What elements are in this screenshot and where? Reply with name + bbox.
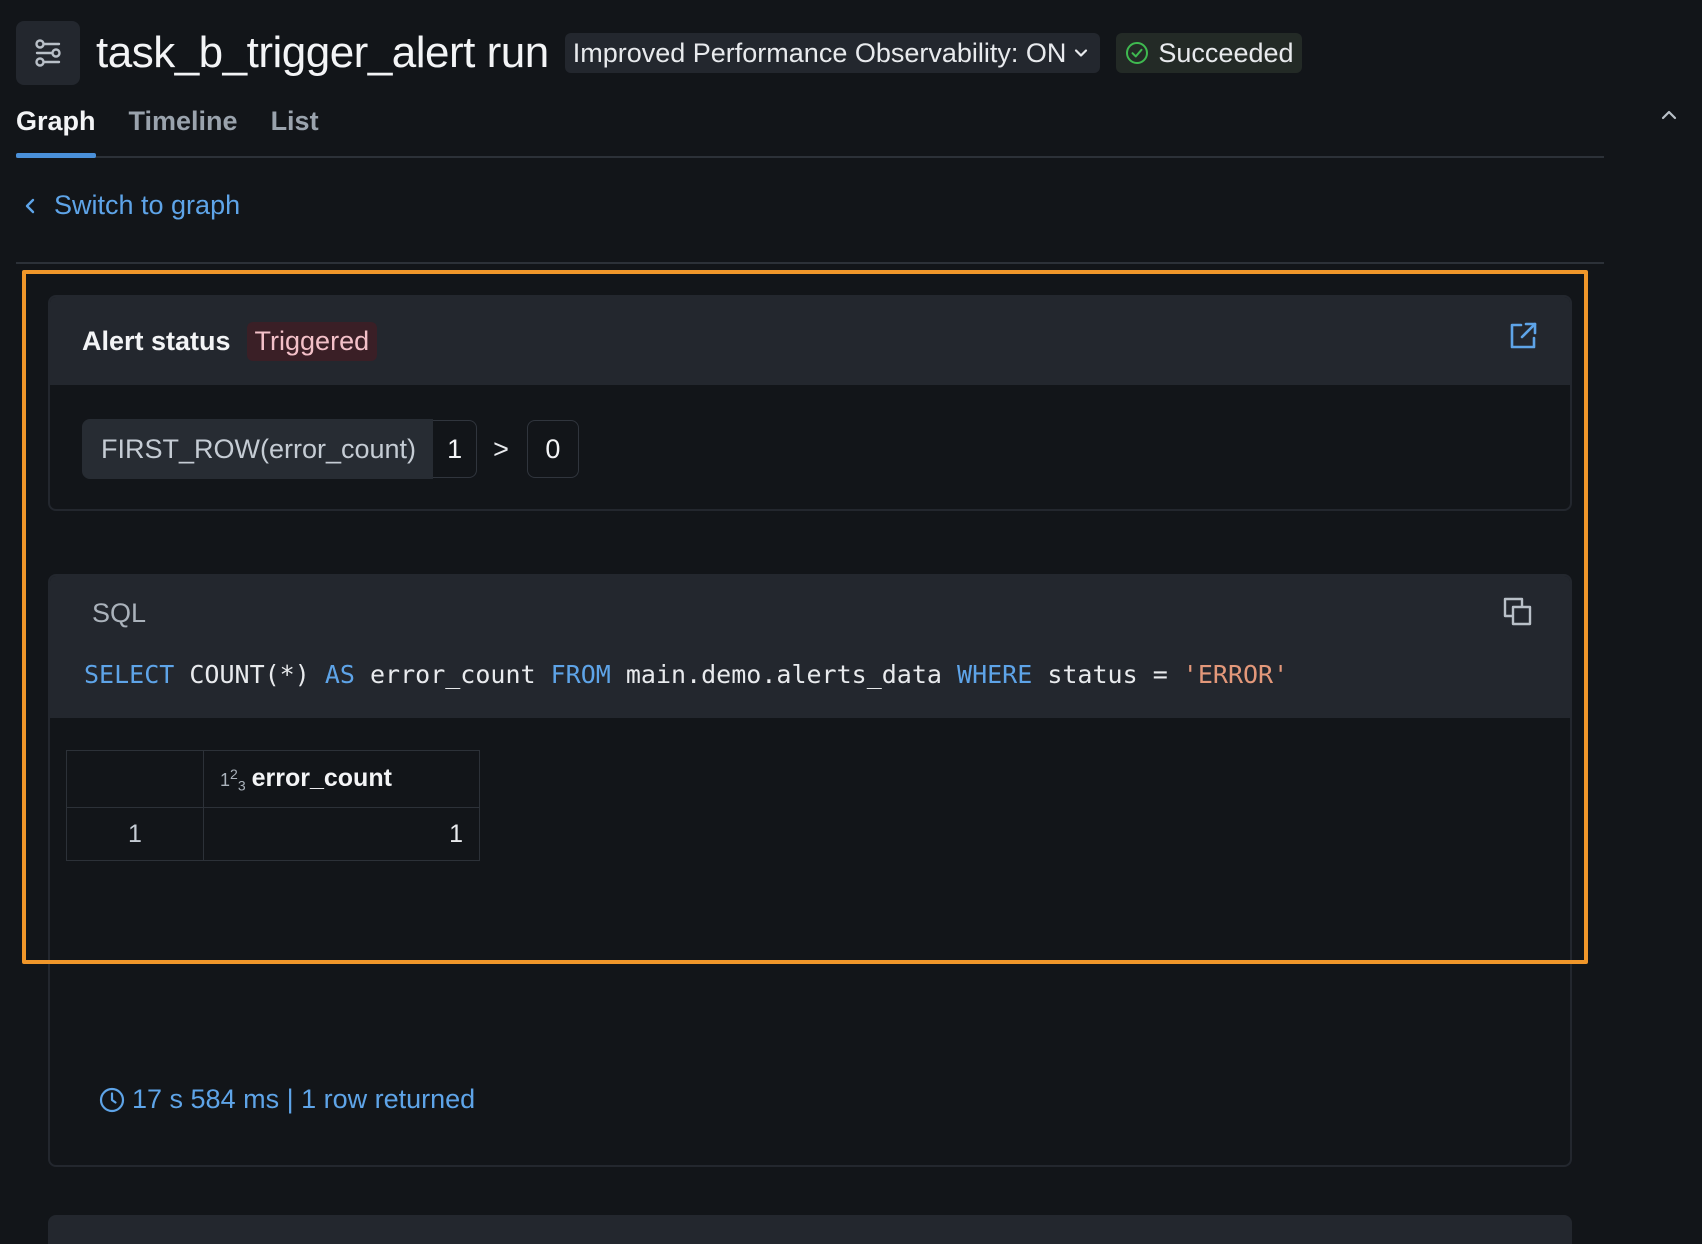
condition-expression: FIRST_ROW(error_count)	[82, 419, 434, 479]
chevron-down-icon	[1075, 49, 1088, 57]
column-header-error-count[interactable]: 123 error_count	[203, 750, 480, 808]
sql-text: status =	[1032, 660, 1183, 689]
sql-code: SELECT COUNT(*) AS error_count FROM main…	[84, 660, 1288, 689]
sql-panel: SQL SELECT COUNT(*) AS error_count FROM …	[50, 576, 1570, 718]
alert-status-header: Alert status Triggered	[50, 297, 1570, 385]
workflow-icon	[16, 21, 80, 85]
run-status-badge: Succeeded	[1116, 33, 1302, 73]
copy-icon[interactable]	[1502, 596, 1534, 628]
alert-status-card: Alert status Triggered FIRST_ROW(error_c…	[48, 295, 1572, 511]
sql-text: COUNT(*)	[174, 660, 325, 689]
query-stats: 17 s 584 ms | 1 row returned	[98, 1084, 475, 1115]
condition-operator: >	[493, 433, 509, 464]
table-header-row: 123 error_count	[66, 750, 480, 808]
alert-status-title: Alert status	[82, 325, 231, 356]
integer-type-icon: 123	[220, 766, 246, 794]
row-index-header	[66, 750, 204, 808]
view-tabs: Graph Timeline List	[16, 100, 1604, 158]
observability-label: Improved Performance Observability: ON	[572, 37, 1067, 68]
column-name: error_count	[251, 764, 392, 793]
sql-keyword: FROM	[550, 660, 611, 689]
row-index: 1	[66, 807, 204, 861]
sql-label: SQL	[92, 598, 147, 628]
tab-list[interactable]: List	[271, 100, 319, 156]
condition-threshold: 0	[526, 420, 579, 478]
page-header: task_b_trigger_alert run Improved Perfor…	[16, 20, 1302, 86]
result-table: 123 error_count 1 1	[66, 750, 480, 861]
sql-string: 'ERROR'	[1182, 660, 1289, 689]
page-title: task_b_trigger_alert run	[96, 28, 549, 77]
query-result-card: SQL SELECT COUNT(*) AS error_count FROM …	[48, 574, 1572, 1167]
switch-to-graph-label: Switch to graph	[54, 190, 241, 220]
next-section-card	[48, 1215, 1572, 1244]
query-stats-text: 17 s 584 ms | 1 row returned	[132, 1084, 476, 1114]
external-link-icon[interactable]	[1506, 319, 1540, 353]
chevron-up-icon[interactable]	[1658, 104, 1680, 126]
run-status-label: Succeeded	[1158, 37, 1294, 68]
table-cell[interactable]: 1	[203, 807, 480, 861]
sql-text: main.demo.alerts_data	[610, 660, 958, 689]
sql-text: error_count	[354, 660, 551, 689]
divider	[16, 262, 1604, 264]
condition-current-value: 1	[433, 420, 478, 478]
chevron-left-icon	[25, 198, 35, 213]
check-circle-icon	[1124, 40, 1150, 66]
observability-dropdown[interactable]: Improved Performance Observability: ON	[564, 33, 1101, 73]
alert-status-badge: Triggered	[246, 321, 378, 361]
tab-timeline[interactable]: Timeline	[129, 100, 238, 156]
sql-keyword: WHERE	[957, 660, 1033, 689]
sql-keyword: SELECT	[84, 660, 175, 689]
clock-icon	[99, 1087, 125, 1112]
table-row: 1 1	[66, 807, 480, 861]
alert-condition: FIRST_ROW(error_count) 1 > 0	[82, 419, 579, 479]
sql-keyword: AS	[324, 660, 355, 689]
tab-graph[interactable]: Graph	[16, 100, 96, 158]
job-run-page: task_b_trigger_alert run Improved Perfor…	[0, 0, 1702, 1244]
switch-to-graph-link[interactable]: Switch to graph	[22, 190, 240, 221]
